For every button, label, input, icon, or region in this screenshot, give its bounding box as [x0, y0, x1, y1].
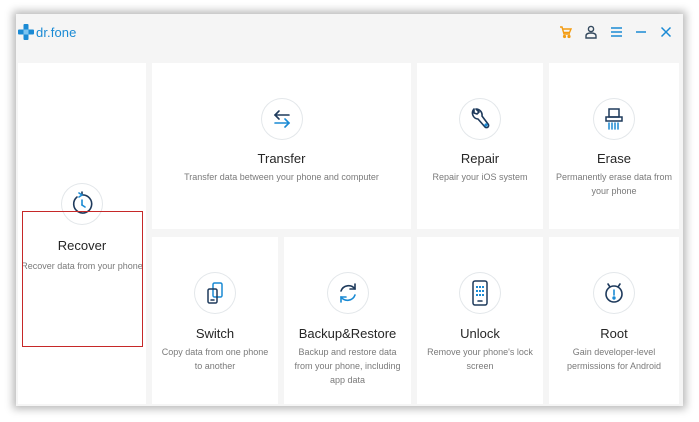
card-transfer-desc: Transfer data between your phone and com…: [184, 172, 379, 182]
card-backup-restore-title: Backup&Restore: [298, 326, 397, 341]
cart-icon[interactable]: [555, 22, 577, 42]
user-icon[interactable]: [580, 22, 602, 42]
card-erase-title: Erase: [597, 151, 631, 166]
card-root[interactable]: Root Gain developer-level permissions fo…: [549, 237, 679, 404]
close-icon[interactable]: [655, 22, 677, 42]
card-repair-desc: Repair your iOS system: [432, 172, 528, 182]
shredder-icon: [594, 99, 634, 139]
card-switch-desc: Copy data from one phone to another: [161, 347, 269, 371]
wrench-icon: [460, 99, 500, 139]
phone-keypad-icon: [460, 273, 500, 313]
card-erase-desc: Permanently erase data from your phone: [555, 172, 673, 196]
plus-logo-icon: [18, 24, 34, 40]
app-name: dr.fone: [36, 24, 77, 40]
card-backup-restore-desc: Backup and restore data from your phone,…: [294, 347, 401, 385]
card-backup-restore[interactable]: Backup&Restore Backup and restore data f…: [284, 237, 411, 404]
menu-icon[interactable]: [605, 22, 627, 42]
card-transfer[interactable]: Transfer Transfer data between your phon…: [152, 63, 411, 229]
card-erase[interactable]: Erase Permanently erase data from your p…: [549, 63, 679, 229]
card-repair-title: Repair: [460, 151, 500, 166]
card-repair[interactable]: Repair Repair your iOS system: [417, 63, 543, 229]
card-root-title: Root: [600, 326, 628, 341]
card-unlock-desc: Remove your phone's lock screen: [427, 347, 533, 371]
phone-switch-icon: [195, 273, 235, 313]
android-root-icon: [594, 273, 634, 313]
card-root-desc: Gain developer-level permissions for And…: [566, 347, 662, 371]
card-recover[interactable]: Recover Recover data from your phone: [18, 63, 146, 404]
title-bar: dr.fone: [16, 14, 683, 60]
card-unlock-title: Unlock: [460, 326, 500, 341]
card-switch[interactable]: Switch Copy data from one phone to anoth…: [152, 237, 278, 404]
transfer-arrows-icon: [261, 99, 302, 139]
app-logo: dr.fone: [18, 22, 76, 42]
minimize-icon[interactable]: [630, 22, 652, 42]
card-switch-title: Switch: [195, 326, 235, 341]
selection-highlight: [22, 211, 143, 347]
sync-icon: [327, 273, 368, 313]
app-window: dr.fone Recover Recover data from your p…: [16, 14, 683, 406]
card-unlock[interactable]: Unlock Remove your phone's lock screen: [417, 237, 543, 404]
card-transfer-title: Transfer: [257, 151, 306, 166]
